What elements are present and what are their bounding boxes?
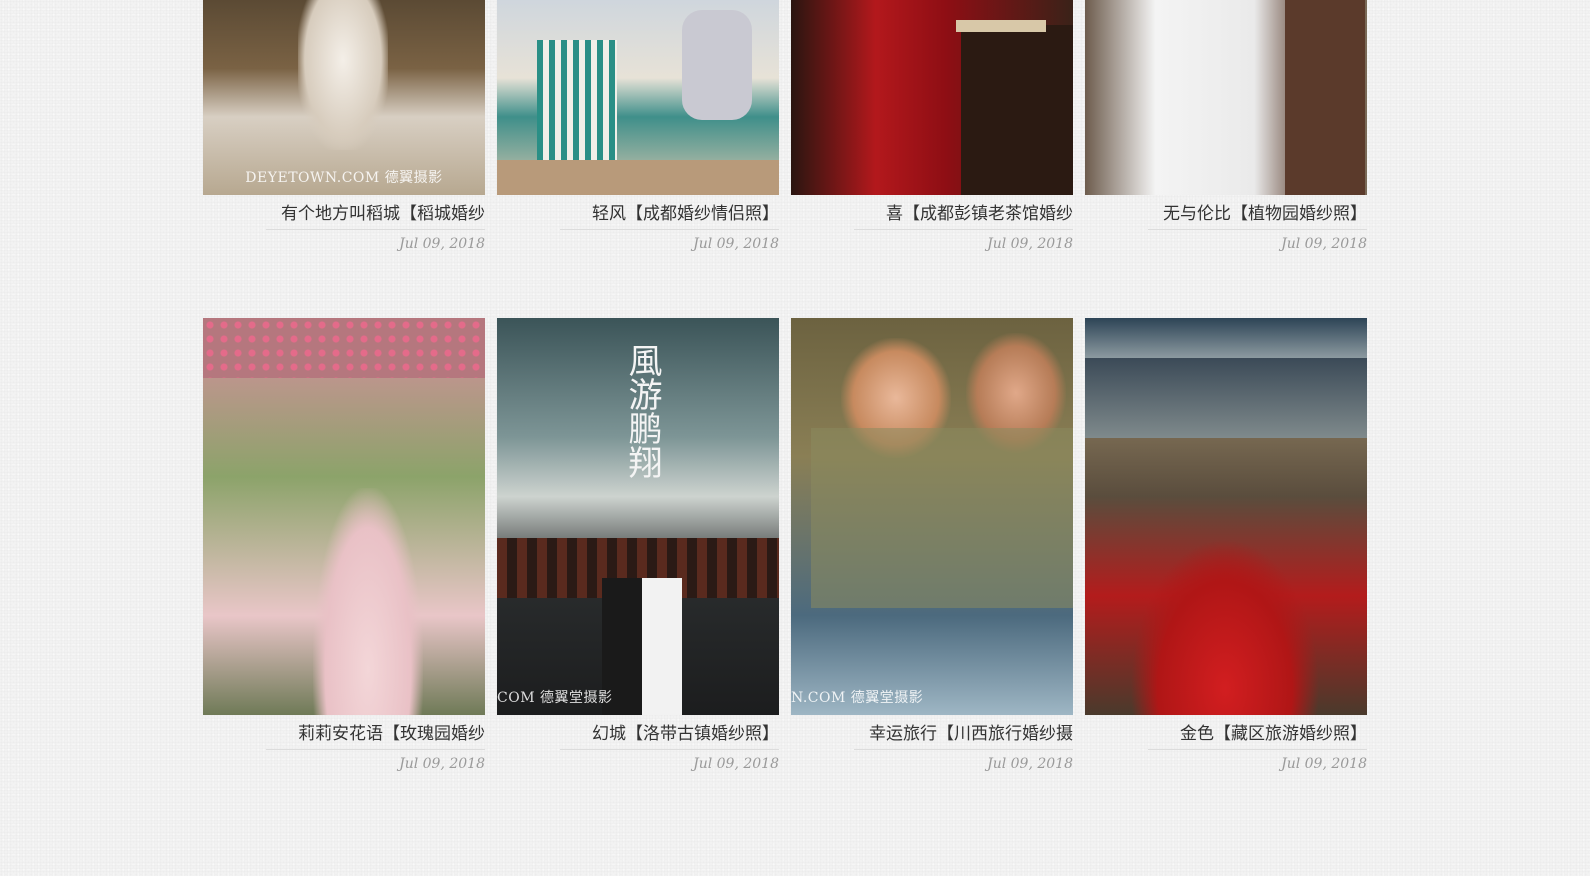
photo-watermark: N.COM 德翼堂摄影 xyxy=(791,690,924,706)
divider xyxy=(266,749,485,750)
gallery-card: 轻风【成都婚纱情侣照】 Jul 09, 2018 xyxy=(497,0,779,252)
gallery-card: 无与伦比【植物园婚纱照】 Jul 09, 2018 xyxy=(1085,0,1367,252)
gallery-item-title[interactable]: 轻风【成都婚纱情侣照】 xyxy=(497,203,779,225)
gallery-card: N.COM 德翼堂摄影 幸运旅行【川西旅行婚纱摄 Jul 09, 2018 xyxy=(791,318,1073,772)
gallery-item-title[interactable]: 喜【成都彭镇老茶馆婚纱 xyxy=(791,203,1073,225)
gallery-item-date: Jul 09, 2018 xyxy=(399,756,485,772)
gallery-item-title[interactable]: 有个地方叫稻城【稻城婚纱 xyxy=(203,203,485,225)
divider xyxy=(854,749,1073,750)
gallery-photo[interactable]: N.COM 德翼堂摄影 xyxy=(791,318,1073,715)
divider xyxy=(266,229,485,230)
gallery-photo[interactable]: 風游鹏翔 COM 德翼堂摄影 xyxy=(497,318,779,715)
poster-calligraphy: 風游鹏翔 xyxy=(622,343,662,479)
gallery-item-title[interactable]: 幸运旅行【川西旅行婚纱摄 xyxy=(791,723,1073,745)
gallery-item-date: Jul 09, 2018 xyxy=(1281,756,1367,772)
divider xyxy=(560,229,779,230)
gallery-card: 莉莉安花语【玫瑰园婚纱 Jul 09, 2018 xyxy=(203,318,485,772)
gallery-item-title[interactable]: 幻城【洛带古镇婚纱照】 xyxy=(497,723,779,745)
gallery-item-date: Jul 09, 2018 xyxy=(693,236,779,252)
gallery-card: DEYETOWN.COM 德翼摄影 有个地方叫稻城【稻城婚纱 Jul 09, 2… xyxy=(203,0,485,252)
gallery-photo[interactable] xyxy=(1085,318,1367,715)
gallery-photo[interactable] xyxy=(203,318,485,715)
gallery-card: 風游鹏翔 COM 德翼堂摄影 幻城【洛带古镇婚纱照】 Jul 09, 2018 xyxy=(497,318,779,772)
divider xyxy=(854,229,1073,230)
gallery-photo[interactable] xyxy=(791,0,1073,195)
gallery-card: 喜【成都彭镇老茶馆婚纱 Jul 09, 2018 xyxy=(791,0,1073,252)
gallery-photo[interactable] xyxy=(1085,0,1367,195)
gallery-item-date: Jul 09, 2018 xyxy=(987,756,1073,772)
gallery-item-title[interactable]: 金色【藏区旅游婚纱照】 xyxy=(1085,723,1367,745)
gallery-row: DEYETOWN.COM 德翼摄影 有个地方叫稻城【稻城婚纱 Jul 09, 2… xyxy=(203,0,1367,260)
photo-watermark: DEYETOWN.COM 德翼摄影 xyxy=(245,170,443,186)
gallery-item-title[interactable]: 莉莉安花语【玫瑰园婚纱 xyxy=(203,723,485,745)
gallery-photo[interactable] xyxy=(497,0,779,195)
gallery-photo[interactable]: DEYETOWN.COM 德翼摄影 xyxy=(203,0,485,195)
gallery-item-title[interactable]: 无与伦比【植物园婚纱照】 xyxy=(1085,203,1367,225)
divider xyxy=(1148,749,1367,750)
gallery-card: 金色【藏区旅游婚纱照】 Jul 09, 2018 xyxy=(1085,318,1367,772)
gallery-item-date: Jul 09, 2018 xyxy=(399,236,485,252)
gallery-row: 莉莉安花语【玫瑰园婚纱 Jul 09, 2018 風游鹏翔 COM 德翼堂摄影 … xyxy=(203,318,1367,778)
gallery-item-date: Jul 09, 2018 xyxy=(693,756,779,772)
divider xyxy=(560,749,779,750)
photo-watermark: COM 德翼堂摄影 xyxy=(497,690,613,706)
divider xyxy=(1148,229,1367,230)
gallery-item-date: Jul 09, 2018 xyxy=(987,236,1073,252)
gallery-item-date: Jul 09, 2018 xyxy=(1281,236,1367,252)
